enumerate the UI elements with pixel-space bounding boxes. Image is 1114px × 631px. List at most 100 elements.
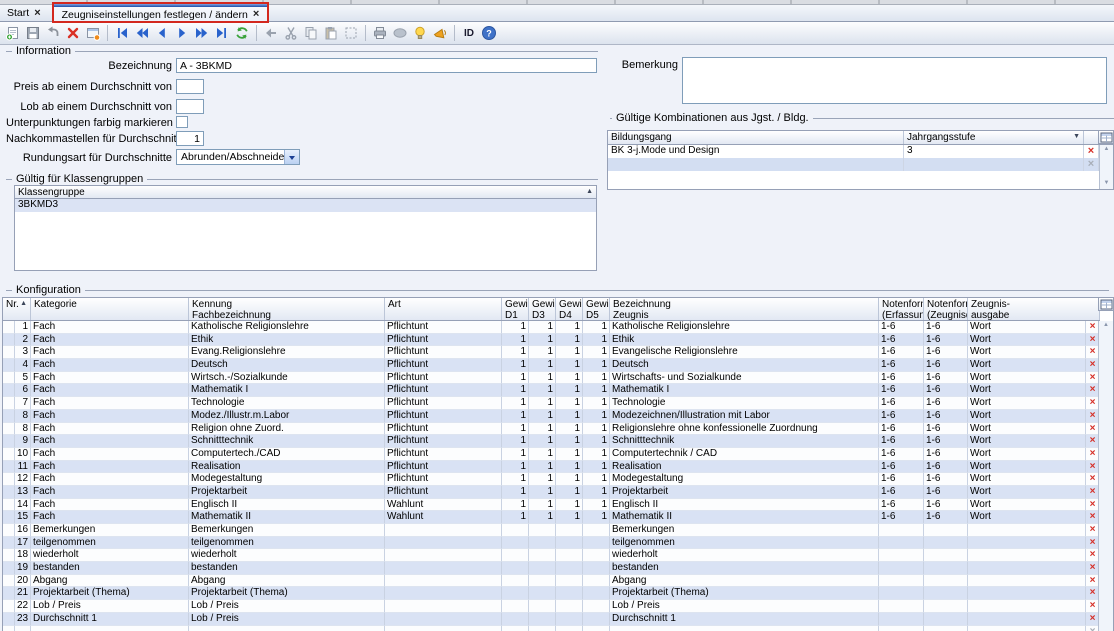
delete-row-button[interactable]: × [1084, 145, 1099, 158]
print-icon[interactable] [370, 23, 390, 43]
nachkommastellen-input[interactable] [176, 131, 204, 146]
fast-back-icon[interactable] [132, 23, 152, 43]
column-header[interactable]: Notenformat (Zeugnisdruck) [924, 298, 968, 320]
konfiguration-row[interactable]: 14FachEnglisch IIWahlunt1111Englisch II1… [3, 499, 1100, 512]
konfiguration-row[interactable]: 18wiederholtwiederholtwiederholt× [3, 549, 1100, 562]
tab-start[interactable]: Start × [0, 5, 48, 21]
konfiguration-row[interactable]: 17teilgenommenteilgenommenteilgenommen× [3, 537, 1100, 550]
konfiguration-row[interactable]: 13FachProjektarbeitPflichtunt1111Projekt… [3, 486, 1100, 499]
dropdown-value: Abrunden/Abschneiden [177, 150, 284, 164]
column-header[interactable]: Nr.▲ [3, 298, 31, 320]
konfiguration-row-empty: × [3, 626, 1100, 631]
vertical-scrollbar[interactable]: ▲ ▼ [1099, 145, 1113, 189]
konfiguration-row[interactable]: 8FachReligion ohne Zuord.Pflichtunt1111R… [3, 423, 1100, 436]
konfiguration-row[interactable]: 1FachKatholische ReligionslehrePflichtun… [3, 321, 1100, 334]
column-header[interactable]: Gewicht D4 [556, 298, 583, 320]
column-header[interactable]: Gewicht D1 [502, 298, 529, 320]
column-options-button[interactable] [1098, 298, 1113, 311]
konfiguration-row[interactable]: 22Lob / PreisLob / PreisLob / Preis× [3, 600, 1100, 613]
column-header[interactable]: Kategorie [31, 298, 189, 320]
konfiguration-row[interactable]: 15FachMathematik IIWahlunt1111Mathematik… [3, 511, 1100, 524]
grid-icon [1100, 298, 1113, 311]
group-title: Gültige Kombinationen aus Jgst. / Bldg. [612, 112, 813, 124]
konfiguration-row[interactable]: 3FachEvang.ReligionslehrePflichtunt1111E… [3, 346, 1100, 359]
prev-record-icon[interactable] [152, 23, 172, 43]
id-button[interactable]: ID [459, 26, 479, 41]
column-header[interactable]: Kennung Fachbezeichnung [189, 298, 385, 320]
column-header-klassengruppe[interactable]: Klassengruppe ▲ [15, 186, 596, 198]
konfiguration-row[interactable]: 2FachEthikPflichtunt1111Ethik1-61-6Wort× [3, 334, 1100, 347]
group-title: Information [12, 45, 75, 57]
copy-icon[interactable] [301, 23, 321, 43]
nachkommastellen-label: Nachkommastellen für Durchschnitte [6, 133, 172, 145]
close-icon[interactable]: × [253, 10, 259, 19]
column-header[interactable]: Art [385, 298, 502, 320]
hint-bulb-icon[interactable] [410, 23, 430, 43]
sort-ascending-icon: ▲ [20, 299, 27, 319]
next-record-icon[interactable] [172, 23, 192, 43]
tab-zeugniseinstellungen[interactable]: Zeugniseinstellungen festlegen / ändern … [54, 4, 268, 21]
last-record-icon[interactable] [212, 23, 232, 43]
konfiguration-row[interactable]: 23Durchschnitt 1Lob / PreisDurchschnitt … [3, 613, 1100, 626]
preis-input[interactable] [176, 79, 204, 94]
export-icon[interactable] [390, 23, 410, 43]
form-properties-icon[interactable] [83, 23, 103, 43]
column-header[interactable]: Notenformat (Erfassung) [879, 298, 924, 320]
column-header-jahrgangsstufe[interactable]: Jahrgangsstufe ▼ [904, 131, 1084, 144]
chevron-down-icon[interactable] [284, 150, 299, 164]
kombinationen-row[interactable]: BK 3-j.Mode und Design 3 × [608, 145, 1113, 158]
konfiguration-row[interactable]: 10FachComputertech./CADPflichtunt1111Com… [3, 448, 1100, 461]
konfiguration-row[interactable]: 16BemerkungenBemerkungenBemerkungen× [3, 524, 1100, 537]
scroll-up-icon[interactable]: ▲ [1099, 321, 1113, 330]
column-header-bildungsgang[interactable]: Bildungsgang [608, 131, 904, 144]
svg-text:?: ? [486, 29, 492, 39]
delete-record-icon[interactable] [63, 23, 83, 43]
paste-icon[interactable] [321, 23, 341, 43]
cut-icon[interactable] [281, 23, 301, 43]
refresh-icon[interactable] [232, 23, 252, 43]
fast-forward-icon[interactable] [192, 23, 212, 43]
notification-horn-icon[interactable] [430, 23, 450, 43]
klassengruppe-cell: 3BKMD3 [15, 199, 596, 212]
select-icon[interactable] [341, 23, 361, 43]
column-options-button[interactable] [1098, 131, 1113, 144]
bildungsgang-cell: BK 3-j.Mode und Design [608, 145, 904, 158]
vertical-scrollbar[interactable]: ▲ [1098, 321, 1113, 631]
column-header[interactable]: Bezeichnung Zeugnis [610, 298, 879, 320]
scroll-down-icon[interactable]: ▼ [1100, 179, 1113, 188]
konfiguration-row[interactable]: 11FachRealisationPflichtunt1111Realisati… [3, 461, 1100, 474]
kombinationen-row-empty[interactable]: × [608, 158, 1113, 171]
close-icon[interactable]: × [34, 9, 40, 18]
new-record-icon[interactable] [3, 23, 23, 43]
column-header[interactable]: Gewicht D5 [583, 298, 610, 320]
table-header-row: Bildungsgang Jahrgangsstufe ▼ [608, 131, 1113, 145]
undo-icon[interactable] [43, 23, 63, 43]
filter-dropdown-icon[interactable]: ▼ [1073, 132, 1080, 143]
konfiguration-row[interactable]: 19bestandenbestandenbestanden× [3, 562, 1100, 575]
rundungsart-dropdown[interactable]: Abrunden/Abschneiden [176, 149, 300, 165]
konfiguration-table-header: Nr.▲KategorieKennung FachbezeichnungArtG… [3, 298, 1100, 321]
scroll-up-icon[interactable]: ▲ [1100, 145, 1113, 154]
konfiguration-row[interactable]: 9FachSchnitttechnikPflichtunt1111Schnitt… [3, 435, 1100, 448]
column-header[interactable]: Gewicht D3 [529, 298, 556, 320]
bemerkung-input[interactable] [682, 57, 1107, 104]
konfiguration-row[interactable]: 20AbgangAbgangAbgang× [3, 575, 1100, 588]
unterpunktungen-checkbox[interactable] [176, 116, 188, 128]
konfiguration-row[interactable]: 6FachMathematik IPflichtunt1111Mathemati… [3, 384, 1100, 397]
konfiguration-row[interactable]: 12FachModegestaltungPflichtunt1111Modege… [3, 473, 1100, 486]
konfiguration-row[interactable]: 8FachModez./Illustr.m.LaborPflichtunt111… [3, 410, 1100, 423]
column-header[interactable]: Zeugnis- ausgabe [968, 298, 1100, 320]
konfiguration-row[interactable]: 5FachWirtsch.-/SozialkundePflichtunt1111… [3, 372, 1100, 385]
application-window: Start × Zeugniseinstellungen festlegen /… [0, 0, 1114, 631]
tab-label: Start [7, 7, 29, 19]
navigate-back-icon[interactable] [261, 23, 281, 43]
help-icon[interactable]: ? [479, 23, 499, 43]
konfiguration-row[interactable]: 21Projektarbeit (Thema)Projektarbeit (Th… [3, 587, 1100, 600]
first-record-icon[interactable] [112, 23, 132, 43]
konfiguration-row[interactable]: 7FachTechnologiePflichtunt1111Technologi… [3, 397, 1100, 410]
lob-input[interactable] [176, 99, 204, 114]
klassengruppen-row[interactable]: 3BKMD3 [15, 199, 596, 212]
save-icon[interactable] [23, 23, 43, 43]
konfiguration-row[interactable]: 4FachDeutschPflichtunt1111Deutsch1-61-6W… [3, 359, 1100, 372]
unterpunktungen-label: Unterpunktungen farbig markieren [6, 117, 172, 129]
